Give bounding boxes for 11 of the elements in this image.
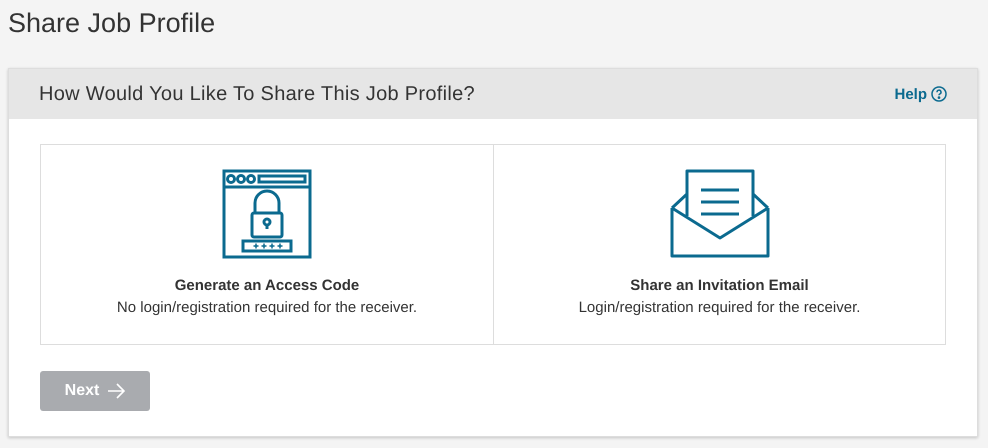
page-title: Share Job Profile xyxy=(8,7,216,40)
option-title: Generate an Access Code xyxy=(174,277,360,294)
option-title: Share an Invitation Email xyxy=(630,277,809,294)
browser-lock-icon xyxy=(222,169,312,259)
help-link[interactable]: Help xyxy=(894,86,947,102)
option-description: Login/registration required for the receiver. xyxy=(578,299,860,316)
panel-title: How Would You Like To Share This Job Profile? xyxy=(39,82,475,106)
help-icon xyxy=(931,86,947,102)
arrow-right-icon xyxy=(107,383,126,399)
envelope-letter-icon xyxy=(670,169,770,259)
option-description: No login/registration required for the receiver. xyxy=(116,299,418,316)
